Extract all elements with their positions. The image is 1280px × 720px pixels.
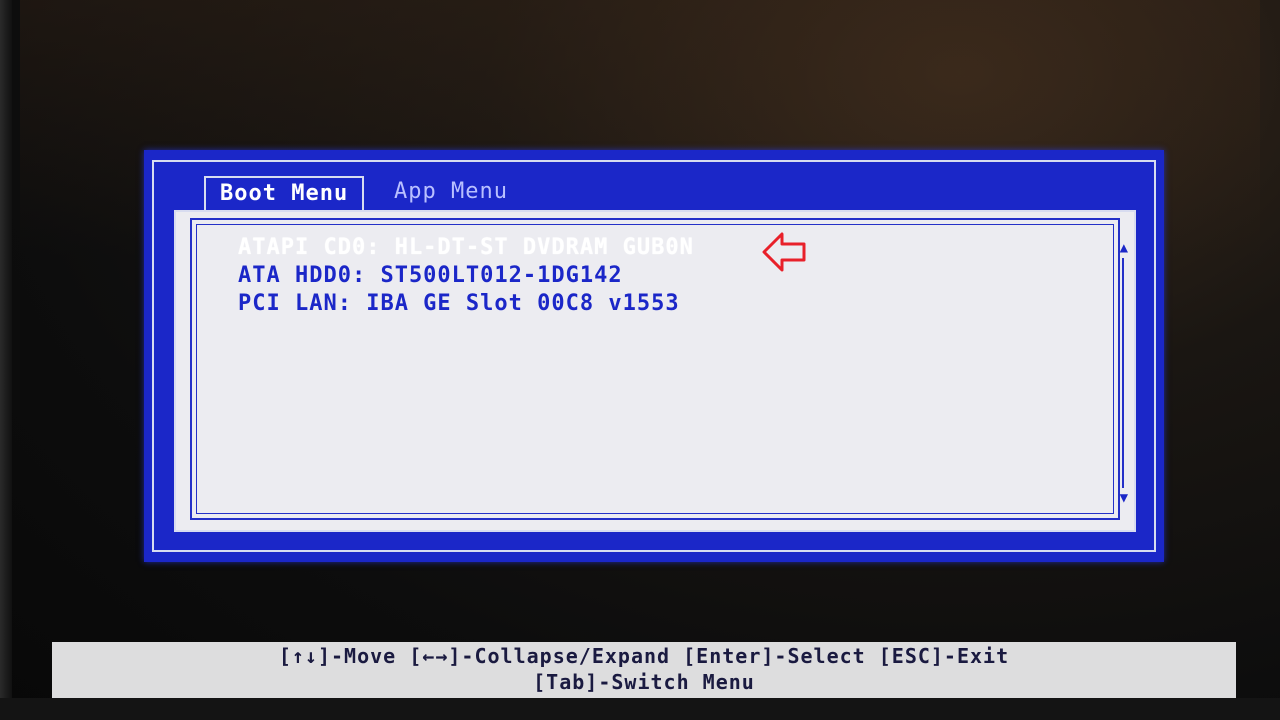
monitor-bezel — [0, 0, 12, 720]
boot-item-hdd[interactable]: ATA HDD0: ST500LT012-1DG142 — [238, 262, 694, 290]
scroll-up-icon[interactable]: ▲ — [1120, 240, 1128, 256]
key-help-line-1: [↑↓]-Move [←→]-Collapse/Expand [Enter]-S… — [278, 644, 1010, 668]
boot-device-list: ATAPI CD0: HL-DT-ST DVDRAM GUB0N ATA HDD… — [238, 234, 694, 318]
boot-dialog: Boot Menu App Menu ATAPI CD0: HL-DT-ST D… — [144, 150, 1164, 562]
scroll-down-icon[interactable]: ▼ — [1120, 490, 1128, 506]
red-arrow-left-icon — [762, 232, 806, 272]
tab-app-menu[interactable]: App Menu — [380, 176, 522, 208]
boot-item-cd[interactable]: ATAPI CD0: HL-DT-ST DVDRAM GUB0N — [238, 234, 694, 262]
key-help-line-2: [Tab]-Switch Menu — [533, 670, 755, 694]
boot-list-panel: ATAPI CD0: HL-DT-ST DVDRAM GUB0N ATA HDD… — [174, 210, 1136, 532]
key-help-bar: [↑↓]-Move [←→]-Collapse/Expand [Enter]-S… — [52, 642, 1236, 698]
scrollbar-track[interactable] — [1122, 258, 1124, 488]
boot-item-lan[interactable]: PCI LAN: IBA GE Slot 00C8 v1553 — [238, 290, 694, 318]
tab-boot-menu[interactable]: Boot Menu — [204, 176, 365, 210]
monitor-bottom-bezel — [0, 698, 1280, 720]
